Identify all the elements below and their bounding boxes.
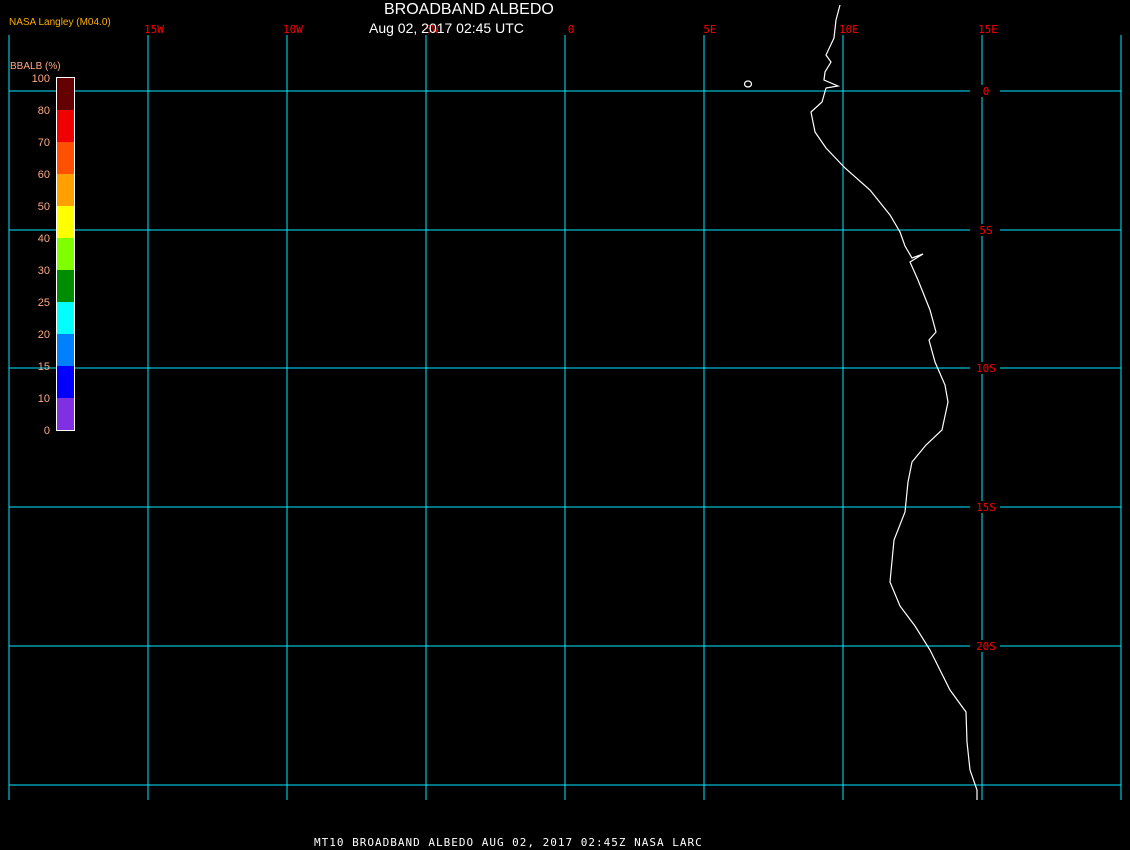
colorbar-tick-label: 10 — [38, 393, 50, 405]
longitude-label: 15E — [978, 23, 998, 36]
latitude-label: 20S — [976, 640, 996, 653]
colorbar-tick-label: 30 — [38, 265, 50, 277]
colorbar-tick-label: 25 — [38, 297, 50, 309]
colorbar-segment — [57, 334, 74, 366]
latitude-label: 5S — [979, 224, 992, 237]
longitude-label: 5E — [703, 23, 716, 36]
colorbar-tick-label: 60 — [38, 169, 50, 181]
colorbar-segment — [57, 366, 74, 398]
colorbar-segment — [57, 174, 74, 206]
island-outline — [743, 80, 753, 88]
colorbar-tick-label: 50 — [38, 201, 50, 213]
colorbar-segment — [57, 302, 74, 334]
colorbar-segment — [57, 270, 74, 302]
colorbar-segment — [57, 206, 74, 238]
longitude-label: 10E — [839, 23, 859, 36]
longitude-label: 10W — [283, 23, 303, 36]
coastline — [810, 4, 978, 800]
longitude-label: 0 — [568, 23, 575, 36]
colorbar-tick-label: 40 — [38, 233, 50, 245]
colorbar-segment — [57, 110, 74, 142]
credit-label: NASA Langley (M04.0) — [9, 17, 111, 28]
footer-caption: MT10 BROADBAND ALBEDO AUG 02, 2017 02:45… — [314, 836, 703, 849]
map-canvas: 15W 10W 5W 0 5E 10E 15E05S10S15S20S10080706050… — [8, 4, 1122, 800]
latitude-label: 10S — [976, 362, 996, 375]
colorbar-segment — [57, 398, 74, 430]
colorbar-segment — [57, 78, 74, 110]
colorbar-tick-label: 20 — [38, 329, 50, 341]
legend-title: BBALB (%) — [10, 61, 61, 72]
colorbar-tick-label: 0 — [44, 425, 50, 437]
colorbar-tick-label: 70 — [38, 137, 50, 149]
latitude-label: 0 — [983, 85, 990, 98]
colorbar-tick-label: 15 — [38, 361, 50, 373]
colorbar-segment — [57, 238, 74, 270]
colorbar-tick-label: 80 — [38, 105, 50, 117]
colorbar-segment — [57, 142, 74, 174]
map-title: BROADBAND ALBEDO — [384, 1, 554, 18]
colorbar-tick-label: 100 — [32, 73, 50, 85]
latitude-label: 15S — [976, 501, 996, 514]
longitude-label: 15W — [144, 23, 164, 36]
map-timestamp: Aug 02, 2017 02:45 UTC — [369, 20, 524, 36]
